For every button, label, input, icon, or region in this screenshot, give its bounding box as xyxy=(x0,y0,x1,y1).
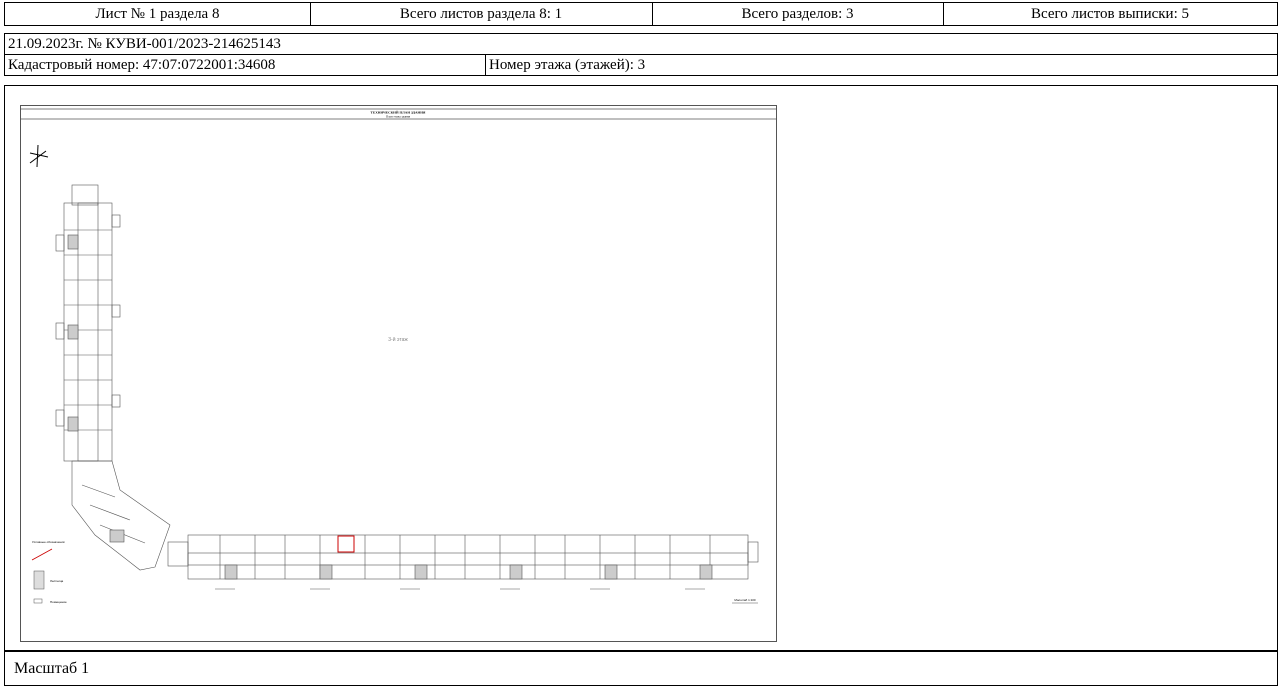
date-number: 21.09.2023г. № КУВИ-001/2023-214625143 xyxy=(8,36,281,52)
floor-plan-drawing: ТЕХНИЧЕСКИЙ ПЛАН ЗДАНИЯ План этажа здани… xyxy=(20,105,777,642)
floor-caption: 3-й этаж xyxy=(388,336,408,343)
legend-stairs: Лестница xyxy=(50,579,64,583)
scale-box: Масштаб 1 xyxy=(4,651,1278,686)
sheet-number: Лист № 1 раздела 8 xyxy=(95,5,220,22)
floor-number: Номер этажа (этажей): 3 xyxy=(489,56,646,73)
record-block: 21.09.2023г. № КУВИ-001/2023-214625143 К… xyxy=(4,33,1278,76)
plan-subtitle: План этажа здания xyxy=(386,115,411,119)
total-sheets: Всего листов выписки: 5 xyxy=(1031,5,1189,22)
sheets-in-section: Всего листов раздела 8: 1 xyxy=(399,5,563,22)
cadastral-number: Кадастровый номер: 47:07:0722001:34608 xyxy=(8,56,276,73)
legend-room: Помещение xyxy=(50,600,67,604)
header-row: Лист № 1 раздела 8 Всего листов раздела … xyxy=(4,2,1278,26)
scale-label: Масштаб 1 xyxy=(14,659,90,677)
legend-title: Условные обозначения: xyxy=(32,540,65,544)
total-sections: Всего разделов: 3 xyxy=(741,5,854,22)
scale-note: Масштаб 1:100 xyxy=(734,598,756,602)
